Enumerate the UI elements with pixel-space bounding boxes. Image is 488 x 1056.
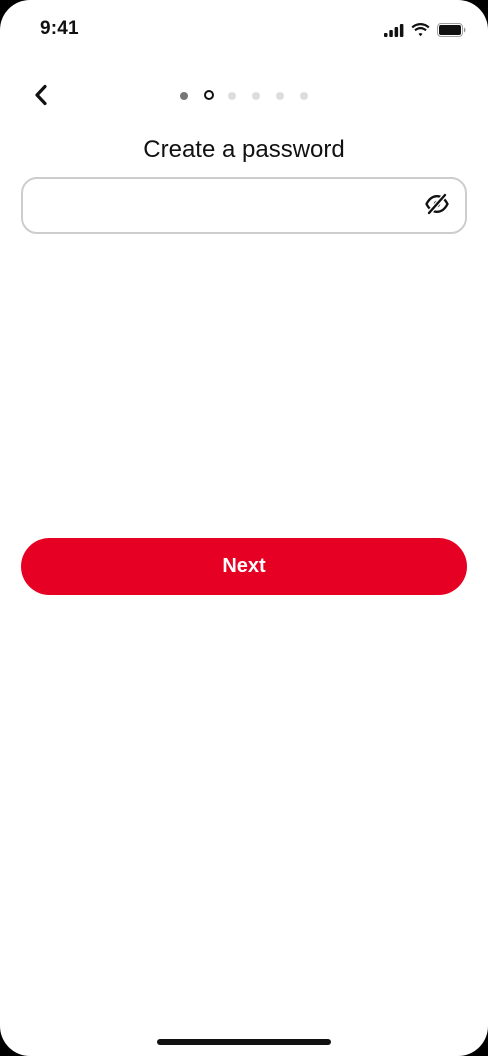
status-bar: 9:41 bbox=[0, 0, 488, 60]
show-password-toggle[interactable] bbox=[423, 192, 451, 220]
page-title: Create a password bbox=[143, 136, 345, 163]
progress-dot bbox=[252, 92, 260, 100]
next-button[interactable]: Next bbox=[21, 538, 467, 595]
password-input[interactable] bbox=[39, 179, 423, 234]
progress-dot bbox=[276, 92, 284, 100]
battery-icon bbox=[437, 23, 466, 37]
eye-slash-icon bbox=[425, 192, 449, 220]
status-icons bbox=[384, 19, 466, 41]
status-time: 9:41 bbox=[40, 18, 79, 39]
home-indicator bbox=[157, 1039, 331, 1045]
progress-dot bbox=[300, 92, 308, 100]
wifi-icon bbox=[411, 23, 430, 37]
progress-dot bbox=[228, 92, 236, 100]
cellular-signal-icon bbox=[384, 23, 404, 37]
progress-dot-current bbox=[204, 90, 214, 100]
progress-dot bbox=[180, 92, 188, 100]
progress-indicator bbox=[0, 89, 488, 103]
password-field bbox=[21, 177, 467, 234]
signup-password-screen: 9:41 Create a password Next bbox=[0, 0, 488, 1056]
